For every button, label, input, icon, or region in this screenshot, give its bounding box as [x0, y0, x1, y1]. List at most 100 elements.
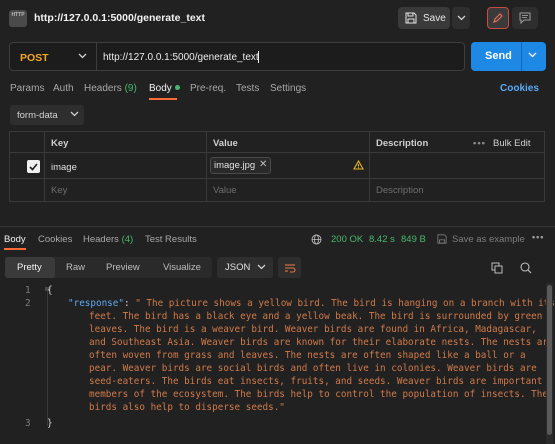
text-caret — [258, 51, 259, 63]
save-label: Save — [423, 12, 446, 24]
json-value-line: pear. Weaver birds are social birds and … — [89, 363, 537, 374]
tab-headers[interactable]: Headers (9) — [84, 83, 137, 94]
table-border-bottom — [9, 201, 545, 202]
comments-button[interactable] — [512, 7, 538, 29]
view-preview-button[interactable]: Preview — [106, 262, 140, 273]
tab-prereq[interactable]: Pre-req. — [190, 83, 226, 94]
more-options-icon[interactable]: ••• — [532, 232, 544, 242]
description-placeholder[interactable]: Description — [376, 185, 424, 196]
response-tab-test-results[interactable]: Test Results — [145, 234, 197, 245]
tab-tests[interactable]: Tests — [236, 83, 259, 94]
globe-icon[interactable] — [311, 234, 322, 245]
save-button[interactable]: Save — [398, 7, 450, 29]
response-time[interactable]: 8.42 s — [369, 234, 395, 245]
response-body-code[interactable]: 1 2 3 { "response": " The picture shows … — [0, 283, 555, 444]
row-checkbox[interactable] — [27, 160, 40, 173]
response-tab-body[interactable]: Body — [4, 234, 26, 245]
file-name: image.jpg — [214, 160, 256, 171]
check-icon — [29, 162, 38, 171]
copy-icon[interactable] — [491, 262, 503, 274]
json-value-line: often woven from grass and leaves. The n… — [89, 350, 526, 361]
warning-icon[interactable] — [353, 160, 364, 170]
bulk-edit-link[interactable]: Bulk Edit — [493, 138, 531, 149]
line-number: 3 — [25, 418, 31, 429]
tab-auth[interactable]: Auth — [53, 83, 74, 94]
view-raw-button[interactable]: Raw — [66, 262, 85, 273]
body-type-select[interactable]: form-data — [10, 105, 84, 125]
format-select[interactable]: JSON — [217, 257, 273, 278]
value-placeholder[interactable]: Value — [213, 185, 237, 196]
url-bar: POST http://127.0.0.1:5000/generate_text — [9, 42, 465, 71]
key-placeholder[interactable]: Key — [51, 185, 67, 196]
body-indicator-dot — [174, 85, 180, 90]
http-icon-label: HTTP — [11, 12, 25, 18]
table-col-divider — [44, 131, 45, 202]
response-size[interactable]: 849 B — [401, 234, 426, 245]
save-icon — [405, 12, 417, 24]
json-value-line: members of the ecosystem. The birds help… — [89, 389, 548, 400]
response-headers-count: (4) — [121, 234, 134, 245]
save-options-button[interactable] — [452, 7, 470, 29]
url-input[interactable]: http://127.0.0.1:5000/generate_text — [103, 52, 259, 63]
edit-button[interactable] — [487, 7, 509, 29]
wrap-lines-button[interactable] — [278, 257, 301, 278]
column-header-key: Key — [51, 138, 69, 149]
send-divider — [521, 42, 522, 71]
json-value-line: and Southeast Asia. Weaver birds are kno… — [89, 337, 554, 348]
cookies-link[interactable]: Cookies — [500, 83, 539, 94]
pencil-icon — [493, 13, 503, 23]
remove-file-icon[interactable]: ✕ — [259, 159, 267, 170]
top-bar: HTTP http://127.0.0.1:5000/generate_text… — [0, 0, 555, 37]
line-number: 2 — [25, 298, 31, 309]
json-value-line: birds also help to disperse seeds." — [89, 402, 285, 413]
json-colon: : — [123, 298, 136, 309]
search-icon[interactable] — [520, 262, 532, 274]
save-as-example-button[interactable]: Save as example — [452, 234, 525, 245]
scrollbar-thumb[interactable] — [547, 285, 552, 435]
tab-body-label: Body — [149, 83, 172, 94]
view-pretty-button[interactable]: Pretty — [17, 262, 42, 273]
http-request-icon: HTTP — [9, 10, 27, 27]
table-col-divider — [206, 131, 207, 202]
comment-icon — [519, 12, 531, 24]
json-close-brace: } — [47, 418, 53, 429]
table-border — [9, 152, 545, 153]
tab-settings[interactable]: Settings — [270, 83, 306, 94]
chevron-down-icon[interactable] — [528, 52, 537, 58]
more-options-icon[interactable]: ••• — [473, 138, 486, 149]
column-header-description: Description — [376, 138, 429, 149]
param-key-cell[interactable]: image — [51, 162, 77, 173]
method-select[interactable]: POST — [20, 52, 49, 64]
line-number: 1 — [25, 285, 31, 296]
tab-body[interactable]: Body — [149, 83, 180, 94]
chevron-down-icon — [457, 15, 465, 21]
json-value-line: seed-eaters. The birds eat insects, frui… — [89, 376, 543, 387]
wrap-icon — [284, 263, 296, 273]
fold-guide — [47, 291, 48, 426]
chevron-down-icon[interactable] — [78, 53, 87, 59]
response-divider — [0, 226, 555, 227]
file-chip[interactable]: image.jpg ✕ — [210, 157, 271, 174]
format-label: JSON — [225, 262, 251, 273]
body-type-label: form-data — [17, 110, 58, 121]
postman-window: HTTP http://127.0.0.1:5000/generate_text… — [0, 0, 555, 444]
json-open-brace: { — [47, 285, 53, 296]
send-button[interactable]: Send — [471, 42, 546, 71]
response-tab-headers[interactable]: Headers (4) — [83, 234, 133, 245]
json-value-line: " The picture shows a yellow bird. The b… — [135, 298, 555, 309]
json-line-first: "response": " The picture shows a yellow… — [68, 298, 555, 309]
tab-params[interactable]: Params — [10, 83, 44, 94]
json-value-line: leaves. The bird is a weaver bird. Weave… — [89, 324, 537, 335]
tab-headers-label: Headers — [84, 83, 122, 94]
table-border-right — [544, 131, 545, 202]
table-border-top — [9, 131, 545, 132]
chevron-down-icon — [70, 111, 79, 117]
request-title: http://127.0.0.1:5000/generate_text — [34, 12, 205, 24]
json-value-line: feet. The bird has a black eye and a yel… — [89, 311, 543, 322]
response-tab-cookies[interactable]: Cookies — [38, 234, 72, 245]
active-tab-underline — [149, 98, 177, 100]
status-code[interactable]: 200 OK — [331, 234, 363, 245]
table-border-left — [9, 131, 10, 202]
headers-count: (9) — [124, 83, 137, 94]
view-visualize-button[interactable]: Visualize — [163, 262, 201, 273]
